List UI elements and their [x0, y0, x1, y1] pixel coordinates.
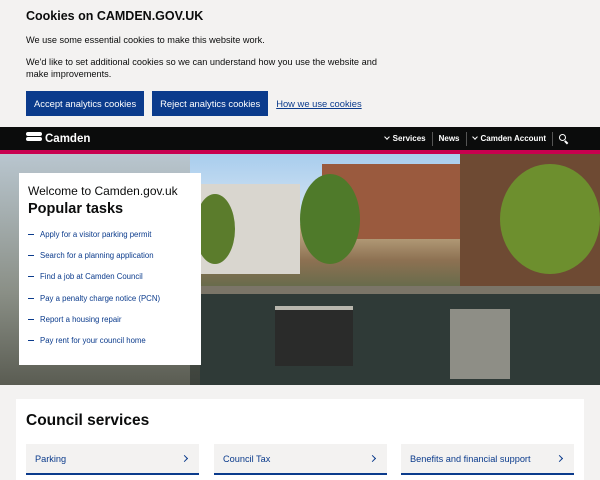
reject-analytics-cookies-button[interactable]: Reject analytics cookies — [152, 91, 269, 116]
nav-services[interactable]: Services — [379, 132, 432, 146]
cookie-banner: Cookies on CAMDEN.GOV.UK We use some ess… — [0, 0, 600, 127]
chevron-right-icon — [180, 454, 189, 463]
nav-camden-account[interactable]: Camden Account — [465, 131, 553, 146]
chevron-down-icon — [471, 134, 478, 140]
cookie-banner-text-additional: We'd like to set additional cookies so w… — [26, 57, 377, 79]
main-nav: Services News Camden Account — [379, 127, 574, 150]
task-link-find-job[interactable]: Find a job at Camden Council — [40, 272, 143, 281]
nav-services-label: Services — [392, 134, 426, 143]
chevron-down-icon — [383, 134, 390, 140]
service-card-parking[interactable]: Parking — [26, 444, 199, 475]
task-link-planning-application[interactable]: Search for a planning application — [40, 251, 154, 260]
service-card-label: Benefits and financial support — [410, 453, 531, 464]
popular-tasks-list: Apply for a visitor parking permit Searc… — [28, 224, 201, 351]
list-item: Search for a planning application — [28, 245, 201, 266]
site-header: Camden Services News Camden Account — [0, 127, 600, 150]
task-link-pay-pcn[interactable]: Pay a penalty charge notice (PCN) — [40, 294, 160, 303]
service-card-council-tax[interactable]: Council Tax — [214, 444, 387, 475]
task-link-visitor-parking-permit[interactable]: Apply for a visitor parking permit — [40, 230, 151, 239]
cookie-actions: Accept analytics cookies Reject analytic… — [26, 91, 574, 116]
popular-tasks-title: Popular tasks — [28, 201, 124, 217]
chevron-right-icon — [555, 454, 564, 463]
logo-text: Camden — [45, 132, 91, 145]
list-item: Pay a penalty charge notice (PCN) — [28, 288, 201, 309]
task-link-pay-rent[interactable]: Pay rent for your council home — [40, 336, 146, 345]
task-link-housing-repair[interactable]: Report a housing repair — [40, 315, 121, 324]
cookie-banner-title: Cookies on CAMDEN.GOV.UK — [26, 9, 204, 23]
how-we-use-cookies-link[interactable]: How we use cookies — [276, 98, 361, 109]
service-card-label: Council Tax — [223, 453, 271, 464]
service-card-label: Parking — [35, 453, 67, 464]
list-item: Apply for a visitor parking permit — [28, 224, 201, 245]
accept-analytics-cookies-button[interactable]: Accept analytics cookies — [26, 91, 145, 116]
camden-logo-icon — [26, 131, 42, 146]
search-icon — [559, 134, 568, 143]
list-item: Pay rent for your council home — [28, 330, 201, 351]
nav-camden-account-label: Camden Account — [480, 134, 547, 143]
popular-tasks-panel: Welcome to Camden.gov.uk Popular tasks A… — [19, 173, 201, 365]
service-card-benefits[interactable]: Benefits and financial support — [401, 444, 574, 475]
chevron-right-icon — [368, 454, 377, 463]
nav-news[interactable]: News — [431, 131, 466, 146]
camden-logo[interactable]: Camden — [26, 131, 91, 146]
cookie-banner-text: We use some essential cookies to make th… — [26, 35, 265, 45]
council-services-title: Council services — [26, 412, 150, 429]
list-item: Report a housing repair — [28, 309, 201, 330]
welcome-text: Welcome to Camden.gov.uk — [28, 184, 178, 198]
nav-news-label: News — [438, 134, 460, 143]
list-item: Find a job at Camden Council — [28, 266, 201, 287]
search-button[interactable] — [552, 131, 574, 146]
